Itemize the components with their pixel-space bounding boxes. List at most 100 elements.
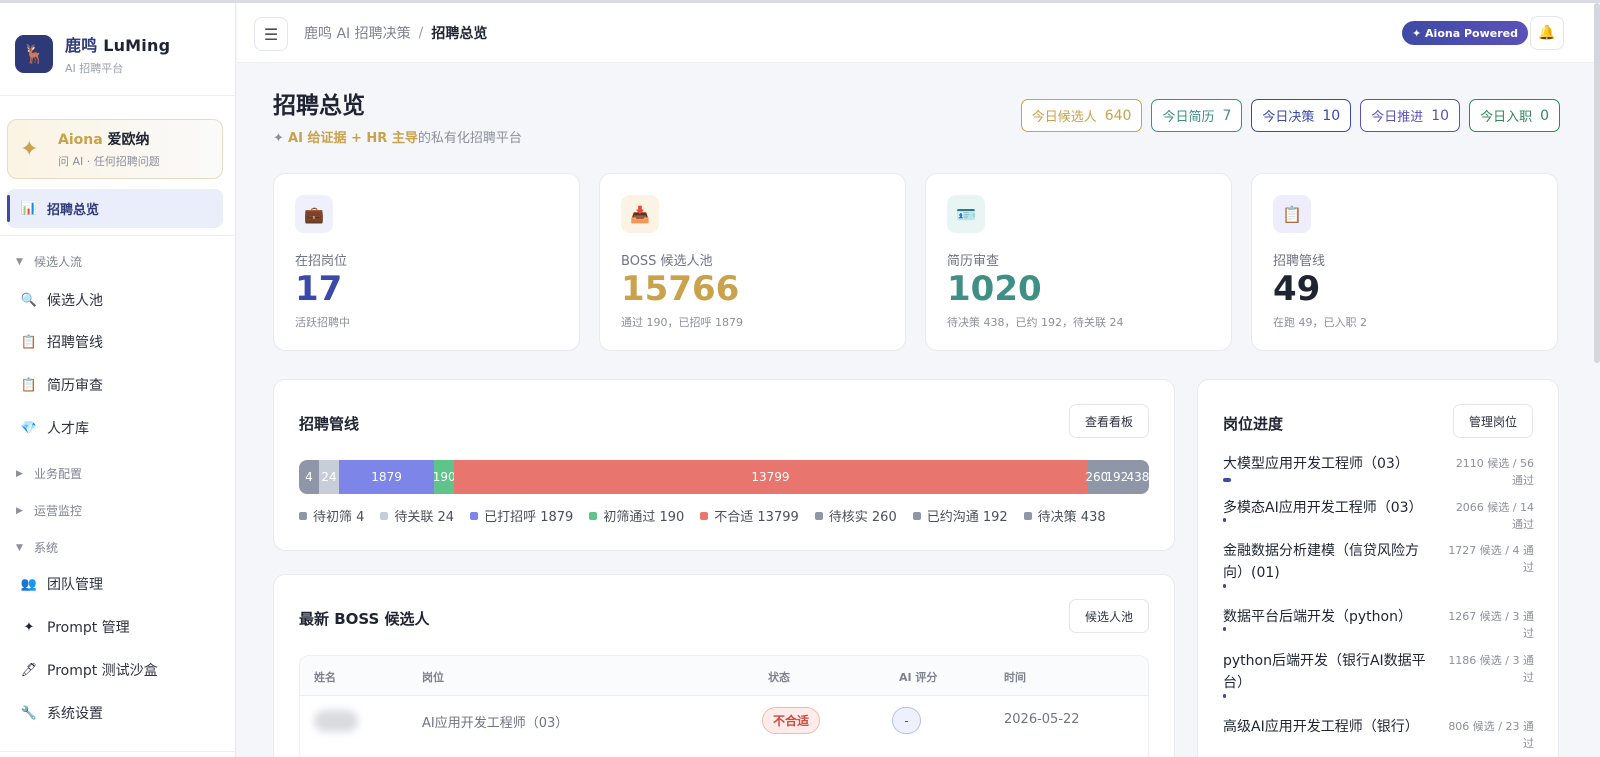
chevron-down-icon: ▼ bbox=[16, 542, 23, 553]
candidates-table: 姓名 岗位 状态 AI 评分 时间 AI应用开发工程师（03） 不合适 - 20… bbox=[299, 655, 1149, 757]
pipeline-segment[interactable]: 438 bbox=[1126, 460, 1149, 494]
today-badge-value: 0 bbox=[1540, 107, 1549, 124]
section-business-config[interactable]: ▶ 业务配置 bbox=[16, 465, 82, 482]
candidates-title: 最新 BOSS 候选人 bbox=[299, 610, 430, 628]
stat-label: BOSS 候选人池 bbox=[621, 254, 713, 269]
document-icon: 📋 bbox=[20, 377, 38, 393]
search-icon: 🔍 bbox=[20, 292, 38, 308]
stat-value: 15766 bbox=[621, 269, 740, 309]
column-position[interactable]: 岗位 bbox=[422, 669, 444, 685]
sidebar-item-settings[interactable]: 🔧 系统设置 bbox=[20, 701, 103, 725]
legend-swatch bbox=[299, 511, 307, 520]
section-candidate-flow[interactable]: ▼ 候选人流 bbox=[16, 253, 82, 270]
sparkle-icon: ✦ bbox=[23, 619, 35, 635]
pipeline-segment[interactable]: 192 bbox=[1105, 460, 1128, 494]
sidebar-item-team[interactable]: 👥 团队管理 bbox=[20, 572, 103, 596]
legend-label: 初筛通过 190 bbox=[603, 510, 685, 525]
brand-name: 鹿鸣 LuMing bbox=[65, 36, 171, 55]
column-ai-score[interactable]: AI 评分 bbox=[899, 669, 937, 685]
legend-item: 初筛通过 190 bbox=[589, 506, 684, 525]
today-badge[interactable]: 今日决策 10 bbox=[1251, 99, 1352, 132]
aiona-powered-badge: ✦ Aiona Powered bbox=[1402, 21, 1528, 45]
notifications-button[interactable]: 🔔 bbox=[1530, 16, 1564, 50]
candidate-pool-button[interactable]: 候选人池 bbox=[1068, 599, 1149, 633]
legend-item: 不合适 13799 bbox=[700, 506, 799, 525]
job-title: 金融数据分析建模（信贷风险方向）(01) bbox=[1223, 543, 1419, 581]
breadcrumb-root[interactable]: 鹿鸣 AI 招聘决策 bbox=[304, 23, 411, 43]
stat-value: 49 bbox=[1273, 269, 1321, 309]
today-badge[interactable]: 今日入职 0 bbox=[1469, 99, 1560, 132]
bell-icon: 🔔 bbox=[1538, 25, 1556, 41]
stat-card[interactable]: 📋 招聘管线 49 在跑 49，已入职 2 bbox=[1251, 173, 1558, 351]
legend-item: 已打招呼 1879 bbox=[470, 506, 573, 525]
job-progress-bar bbox=[1223, 478, 1232, 482]
sidebar-item-talent-pool[interactable]: 💎 人才库 bbox=[20, 416, 89, 440]
cell-position: AI应用开发工程师（03） bbox=[422, 716, 569, 731]
legend-item: 待初筛 4 bbox=[299, 506, 364, 525]
sidebar-item-overview[interactable]: 📊 招聘总览 bbox=[7, 189, 223, 228]
aiona-assistant-button[interactable]: ✦ Aiona 爱欧纳 问 AI · 任何招聘问题 bbox=[7, 119, 223, 179]
pipeline-segment[interactable]: 1879 bbox=[339, 460, 435, 494]
stat-card[interactable]: 💼 在招岗位 17 活跃招聘中 bbox=[273, 173, 580, 351]
clipboard-icon: 📋 bbox=[1273, 195, 1311, 233]
pipeline-segment[interactable]: 13799 bbox=[454, 460, 1087, 494]
job-progress-bar bbox=[1223, 584, 1226, 588]
legend-label: 不合适 13799 bbox=[714, 510, 799, 525]
legend-swatch bbox=[380, 511, 389, 520]
column-name[interactable]: 姓名 bbox=[314, 669, 336, 685]
today-badge[interactable]: 今日候选人 640 bbox=[1020, 99, 1143, 132]
chevron-right-icon: ▶ bbox=[16, 505, 23, 516]
pipeline-segment[interactable]: 4 bbox=[299, 460, 319, 494]
brand-subtitle: AI 招聘平台 bbox=[65, 62, 124, 75]
job-progress-title: 岗位进度 bbox=[1223, 415, 1284, 433]
sidebar-item-candidate-pool[interactable]: 🔍 候选人池 bbox=[20, 288, 103, 312]
menu-toggle-button[interactable]: ☰ bbox=[254, 17, 288, 51]
breadcrumb-current: 招聘总览 bbox=[431, 26, 488, 42]
sidebar-item-pipeline[interactable]: 📋 招聘管线 bbox=[20, 330, 103, 354]
pipeline-segment[interactable]: 260 bbox=[1085, 460, 1108, 494]
wrench-icon: 🔧 bbox=[20, 705, 38, 721]
page-scrollbar[interactable] bbox=[1594, 3, 1600, 363]
today-badge[interactable]: 今日简历 7 bbox=[1151, 99, 1243, 132]
brand[interactable]: 🦌 鹿鸣 LuMing AI 招聘平台 bbox=[15, 32, 170, 76]
table-row[interactable]: AI应用开发工程师（03） 不合适 - 2026-05-22 bbox=[300, 696, 1148, 746]
legend-swatch bbox=[912, 511, 921, 520]
legend-swatch bbox=[814, 511, 823, 520]
stat-card[interactable]: 🪪 简历审查 1020 待决策 438，已约 192，待关联 24 bbox=[925, 173, 1232, 351]
chevron-down-icon: ▼ bbox=[16, 256, 23, 267]
ai-score-badge: - bbox=[892, 707, 921, 734]
latest-candidates-panel: 最新 BOSS 候选人 候选人池 姓名 岗位 状态 AI 评分 时间 AI应用开… bbox=[273, 574, 1175, 757]
id-card-icon: 🪪 bbox=[947, 195, 985, 233]
stat-label: 招聘管线 bbox=[1273, 254, 1326, 269]
view-board-button[interactable]: 查看看板 bbox=[1068, 404, 1149, 438]
pipeline-legend: 待初筛 4 待关联 24 已打招呼 1879 初筛通过 190 不合适 13799 待核实… bbox=[299, 506, 1159, 525]
job-title: 多模态AI应用开发工程师（03） bbox=[1223, 500, 1423, 516]
stat-card[interactable]: 📥 BOSS 候选人池 15766 通过 190，已招呼 1879 bbox=[599, 173, 906, 351]
today-badge-value: 10 bbox=[1322, 107, 1341, 124]
job-progress-bar bbox=[1223, 694, 1226, 698]
job-progress-bar bbox=[1223, 518, 1226, 522]
stat-value: 1020 bbox=[947, 269, 1042, 309]
today-badges: 今日候选人 640 今日简历 7 今日决策 10 今日推进 10 今日入职 0 bbox=[1012, 99, 1560, 132]
gem-icon: 💎 bbox=[20, 420, 38, 436]
chevron-right-icon: ▶ bbox=[16, 468, 23, 479]
sidebar-item-sandbox[interactable]: 🖊 Prompt 测试沙盒 bbox=[20, 658, 158, 682]
column-status[interactable]: 状态 bbox=[768, 669, 790, 685]
today-badge[interactable]: 今日推进 10 bbox=[1360, 99, 1461, 132]
section-system[interactable]: ▼ 系统 bbox=[16, 539, 58, 556]
manage-positions-button[interactable]: 管理岗位 bbox=[1452, 404, 1533, 438]
job-title: 大模型应用开发工程师（03） bbox=[1223, 456, 1409, 472]
column-time[interactable]: 时间 bbox=[1004, 669, 1026, 685]
today-badge-label: 今日推进 bbox=[1371, 110, 1424, 125]
today-badge-label: 今日入职 bbox=[1480, 110, 1533, 125]
page-subtitle: ✦ AI 给证据 + HR 主导的私有化招聘平台 bbox=[273, 131, 522, 146]
sidebar-item-resume-review[interactable]: 📋 简历审查 bbox=[20, 373, 103, 397]
section-ops-monitor[interactable]: ▶ 运营监控 bbox=[16, 502, 82, 519]
pipeline-segment[interactable]: 190 bbox=[433, 460, 456, 494]
breadcrumb: 鹿鸣 AI 招聘决策 / 招聘总览 bbox=[304, 23, 488, 43]
today-badge-label: 今日候选人 bbox=[1031, 110, 1097, 125]
pipeline-segment[interactable]: 24 bbox=[319, 460, 339, 494]
sidebar-item-prompt[interactable]: ✦ Prompt 管理 bbox=[20, 615, 130, 639]
job-title: 数据平台后端开发（python） bbox=[1223, 609, 1412, 625]
sidebar-item-label: 招聘总览 bbox=[47, 203, 100, 218]
